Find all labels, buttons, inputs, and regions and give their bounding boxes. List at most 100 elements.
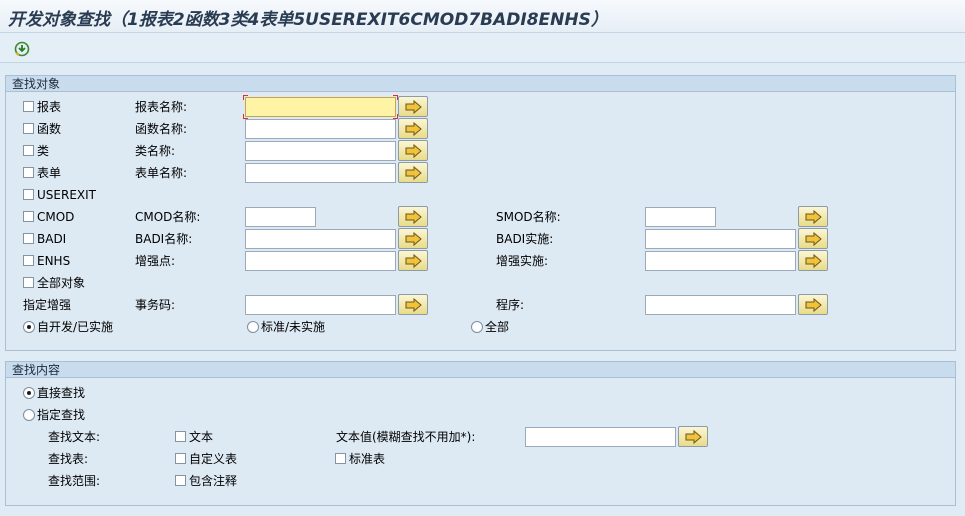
report-name-label: 报表名称:	[135, 100, 188, 114]
arrow-right-icon	[805, 298, 822, 312]
enhancement-implementation-label: 增强实施:	[496, 254, 549, 268]
radio-standard-unimplemented[interactable]	[247, 321, 259, 333]
function-name-multi-select-button[interactable]	[398, 118, 428, 139]
page-title: 开发对象查找（1报表2函数3类4表单5USEREXIT6CMOD7BADI8EN…	[8, 10, 608, 30]
radio-specified-search-label: 指定查找	[37, 408, 86, 422]
checkbox-userexit-label: USEREXIT	[37, 188, 96, 202]
checkbox-standard-table[interactable]	[335, 453, 346, 464]
specify-enhancement-label: 指定增强	[23, 298, 72, 312]
checkbox-all-objects[interactable]	[23, 277, 34, 288]
checkbox-report-label: 报表	[37, 100, 62, 114]
class-name-multi-select-button[interactable]	[398, 140, 428, 161]
arrow-right-icon	[405, 298, 422, 312]
find-table-label: 查找表:	[48, 452, 89, 466]
search-content-group: 查找内容	[5, 361, 956, 506]
program-input[interactable]	[645, 295, 796, 315]
tcode-input[interactable]	[245, 295, 396, 315]
text-value-input[interactable]	[525, 427, 676, 447]
find-text-label: 查找文本:	[48, 430, 101, 444]
badi-name-label: BADI名称:	[135, 232, 193, 246]
application-toolbar	[0, 33, 965, 63]
arrow-right-icon	[405, 144, 422, 158]
arrow-right-icon	[405, 254, 422, 268]
checkbox-report[interactable]	[23, 101, 34, 112]
badi-name-multi-select-button[interactable]	[398, 228, 428, 249]
form-name-multi-select-button[interactable]	[398, 162, 428, 183]
cmod-name-label: CMOD名称:	[135, 210, 201, 224]
tcode-label: 事务码:	[135, 298, 176, 312]
checkbox-all-objects-label: 全部对象	[37, 276, 86, 290]
badi-implementation-label: BADI实施:	[496, 232, 554, 246]
checkbox-function-label: 函数	[37, 122, 62, 136]
arrow-right-icon	[805, 210, 822, 224]
focus-corner-tl	[243, 95, 248, 100]
checkbox-class-label: 类	[37, 144, 50, 158]
radio-standard-unimplemented-label: 标准/未实施	[261, 320, 326, 334]
report-name-multi-select-button[interactable]	[398, 96, 428, 117]
checkbox-custom-table-label: 自定义表	[189, 452, 238, 466]
checkbox-include-comments[interactable]	[175, 475, 186, 486]
smod-name-label: SMOD名称:	[496, 210, 561, 224]
class-name-input[interactable]	[245, 141, 396, 161]
function-name-label: 函数名称:	[135, 122, 188, 136]
checkbox-badi-label: BADI	[37, 232, 67, 246]
group-title-search-content: 查找内容	[6, 362, 955, 378]
checkbox-form[interactable]	[23, 167, 34, 178]
execute-button[interactable]	[12, 39, 32, 59]
arrow-right-icon	[805, 232, 822, 246]
enhancement-implementation-multi-select-button[interactable]	[798, 250, 828, 271]
function-name-input[interactable]	[245, 119, 396, 139]
form-name-input[interactable]	[245, 163, 396, 183]
cmod-name-input[interactable]	[245, 207, 316, 227]
smod-name-input[interactable]	[645, 207, 716, 227]
radio-custom-implemented[interactable]	[23, 321, 35, 333]
radio-all-label: 全部	[485, 320, 510, 334]
program-label: 程序:	[496, 298, 525, 312]
checkbox-cmod-label: CMOD	[37, 210, 75, 224]
arrow-right-icon	[405, 100, 422, 114]
checkbox-badi[interactable]	[23, 233, 34, 244]
form-name-label: 表单名称:	[135, 166, 188, 180]
checkbox-custom-table[interactable]	[175, 453, 186, 464]
enhancement-point-multi-select-button[interactable]	[398, 250, 428, 271]
radio-custom-implemented-label: 自开发/已实施	[37, 320, 114, 334]
arrow-right-icon	[405, 122, 422, 136]
enhancement-point-label: 增强点:	[135, 254, 176, 268]
program-multi-select-button[interactable]	[798, 294, 828, 315]
arrow-right-icon	[405, 210, 422, 224]
enhancement-implementation-input[interactable]	[645, 251, 796, 271]
radio-specified-search[interactable]	[23, 409, 35, 421]
arrow-right-icon	[805, 254, 822, 268]
radio-all[interactable]	[471, 321, 483, 333]
badi-implementation-input[interactable]	[645, 229, 796, 249]
checkbox-enhs-label: ENHS	[37, 254, 71, 268]
checkbox-include-comments-label: 包含注释	[189, 474, 238, 488]
arrow-right-icon	[685, 430, 702, 444]
badi-implementation-multi-select-button[interactable]	[798, 228, 828, 249]
radio-direct-search[interactable]	[23, 387, 35, 399]
smod-name-multi-select-button[interactable]	[798, 206, 828, 227]
group-title-search-object: 查找对象	[6, 76, 955, 92]
tcode-multi-select-button[interactable]	[398, 294, 428, 315]
checkbox-form-label: 表单	[37, 166, 62, 180]
checkbox-text[interactable]	[175, 431, 186, 442]
checkbox-userexit[interactable]	[23, 189, 34, 200]
cmod-name-multi-select-button[interactable]	[398, 206, 428, 227]
checkbox-standard-table-label: 标准表	[349, 452, 386, 466]
enhancement-point-input[interactable]	[245, 251, 396, 271]
checkbox-text-label: 文本	[189, 430, 214, 444]
checkbox-cmod[interactable]	[23, 211, 34, 222]
radio-direct-search-label: 直接查找	[37, 386, 86, 400]
arrow-right-icon	[405, 232, 422, 246]
report-name-input[interactable]	[245, 97, 396, 117]
text-value-multi-select-button[interactable]	[678, 426, 708, 447]
checkbox-class[interactable]	[23, 145, 34, 156]
execute-icon	[14, 41, 30, 57]
checkbox-function[interactable]	[23, 123, 34, 134]
badi-name-input[interactable]	[245, 229, 396, 249]
arrow-right-icon	[405, 166, 422, 180]
checkbox-enhs[interactable]	[23, 255, 34, 266]
text-value-label: 文本值(模糊查找不用加*):	[336, 430, 476, 444]
class-name-label: 类名称:	[135, 144, 176, 158]
title-bar: 开发对象查找（1报表2函数3类4表单5USEREXIT6CMOD7BADI8EN…	[0, 0, 965, 33]
